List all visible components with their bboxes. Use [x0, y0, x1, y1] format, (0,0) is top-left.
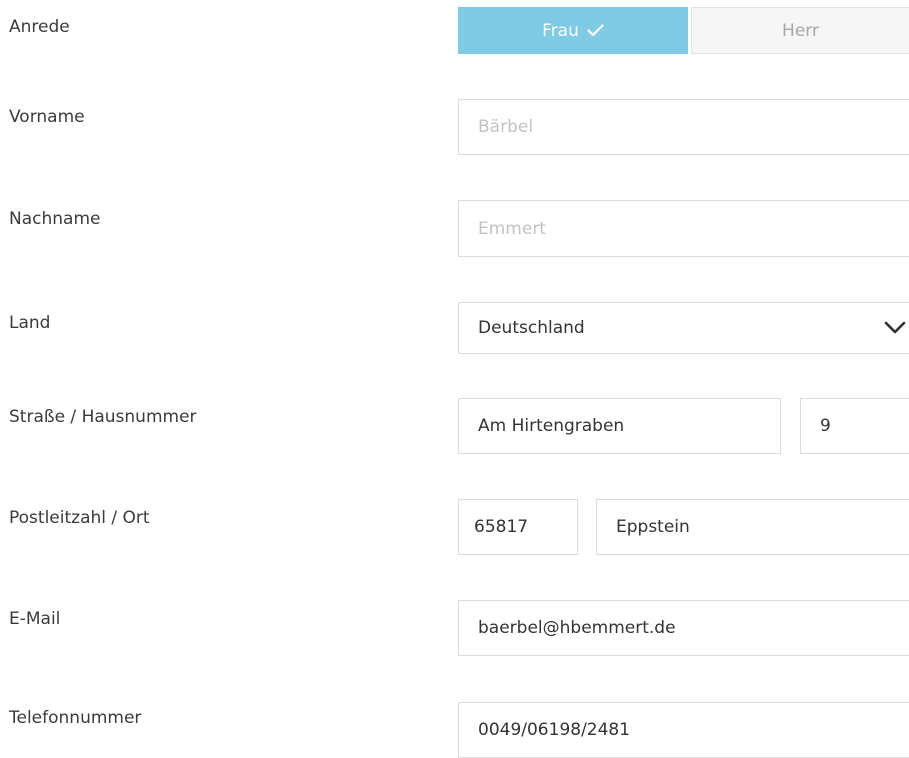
email-label: E-Mail: [9, 609, 61, 629]
city-input[interactable]: Eppstein: [596, 499, 909, 555]
nachname-input[interactable]: Emmert: [458, 200, 909, 257]
anrede-label: Anrede: [9, 17, 70, 37]
phone-input[interactable]: 0049/06198/2481: [458, 702, 909, 758]
nachname-label: Nachname: [9, 209, 101, 229]
land-select[interactable]: Deutschland: [458, 302, 909, 354]
email-input[interactable]: baerbel@hbemmert.de: [458, 600, 909, 656]
check-icon: [587, 24, 604, 37]
telefon-label: Telefonnummer: [9, 708, 142, 728]
ort-label: Postleitzahl / Ort: [9, 508, 150, 528]
anrede-option-herr[interactable]: Herr: [691, 7, 909, 54]
zip-input[interactable]: 65817: [458, 499, 578, 555]
house-number-input[interactable]: 9: [800, 398, 909, 454]
vorname-input[interactable]: Bärbel: [458, 99, 909, 155]
anrede-option-frau[interactable]: Frau: [458, 7, 688, 54]
vorname-label: Vorname: [9, 107, 85, 127]
street-input[interactable]: Am Hirtengraben: [458, 398, 781, 454]
land-select-value: Deutschland: [478, 318, 585, 338]
land-label: Land: [9, 313, 51, 333]
anrede-option-frau-label: Frau: [542, 20, 579, 41]
anrede-option-herr-label: Herr: [782, 20, 819, 41]
chevron-down-icon: [884, 321, 906, 335]
strasse-label: Straße / Hausnummer: [9, 407, 197, 427]
